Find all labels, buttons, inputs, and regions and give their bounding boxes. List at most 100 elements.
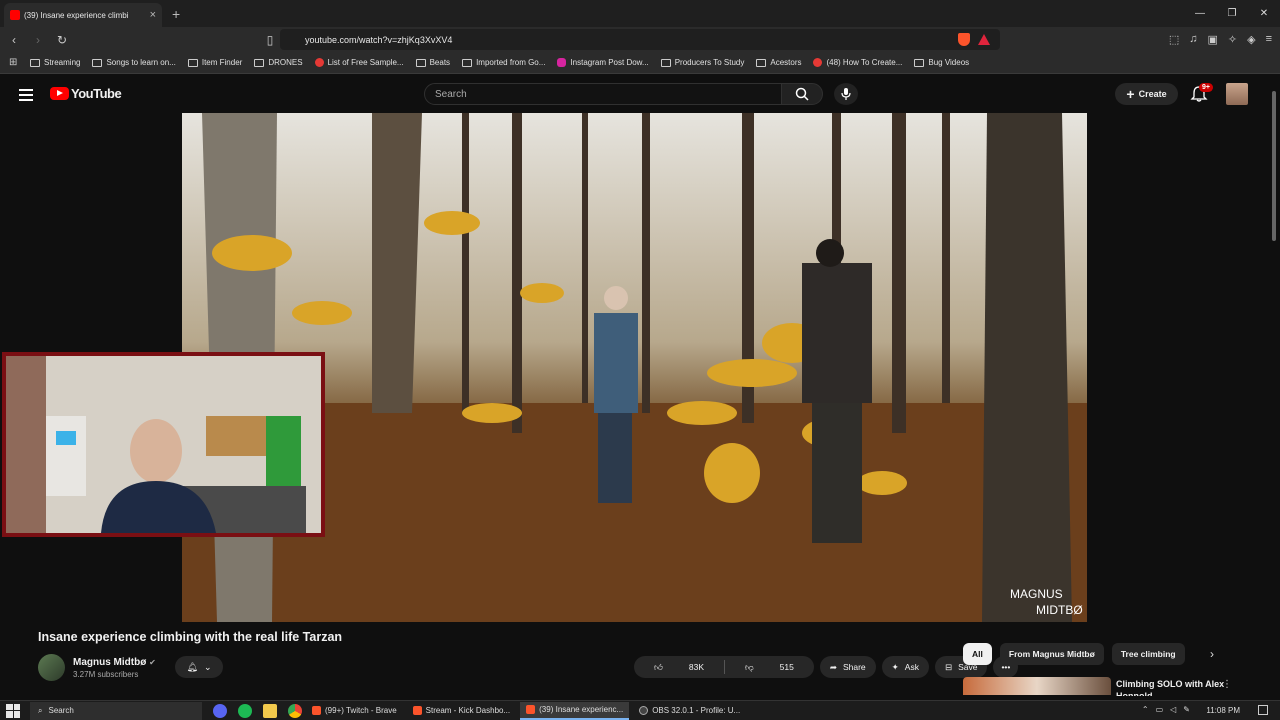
volume-icon[interactable]: ◁ (1170, 705, 1176, 714)
sparkle-icon: ✦ (891, 661, 899, 672)
browser-menu-icon[interactable]: ≡ (1266, 33, 1272, 46)
site-icon (314, 58, 324, 67)
vpn-icon[interactable]: ◈ (1247, 33, 1255, 46)
bookmark-acestors[interactable]: Acestors (756, 58, 801, 67)
bookmark-streaming[interactable]: Streaming (30, 58, 80, 67)
like-button[interactable]: 👍︎ 83K (634, 662, 724, 673)
extensions-icon[interactable]: ⬚ (1169, 33, 1179, 46)
taskbar-window-twitch[interactable]: (99+) Twitch - Brave (306, 702, 403, 720)
forward-icon[interactable]: › (28, 33, 48, 47)
tray-chevron-icon[interactable]: ⌃ (1142, 705, 1149, 714)
address-toolbar: ‹ › ↻ ▯ youtube.com/watch?v=zhjKq3XvXV4 … (0, 27, 1280, 52)
taskbar-search[interactable]: ⌕ Search (30, 701, 202, 720)
restore-icon[interactable]: ❐ (1216, 0, 1248, 27)
media-icon[interactable]: ♫ (1189, 33, 1197, 46)
chrome-icon[interactable] (288, 703, 302, 718)
tab-title: (39) Insane experience climbi (24, 10, 129, 20)
bookmark-imported[interactable]: Imported from Go... (462, 58, 545, 67)
bookmark-songs[interactable]: Songs to learn on... (92, 58, 176, 67)
taskbar-window-kick[interactable]: Stream - Kick Dashbo... (407, 702, 516, 720)
bookmark-page-icon[interactable]: ▯ (260, 33, 280, 47)
browser-tab-active[interactable]: (39) Insane experience climbi × (4, 3, 162, 27)
brave-icon (412, 706, 422, 715)
bookmark-label: List of Free Sample... (327, 58, 404, 67)
channel-avatar[interactable] (38, 654, 65, 681)
taskbar-window-youtube[interactable]: (39) Insane experienc... (520, 701, 630, 720)
pen-icon[interactable]: ✎ (1183, 705, 1190, 714)
chip-all[interactable]: All (963, 643, 992, 665)
taskbar-window-obs[interactable]: OBS 32.0.1 - Profile: U... (633, 702, 746, 720)
ask-button[interactable]: ✦ Ask (881, 656, 929, 678)
recommended-video-title[interactable]: Climbing SOLO with Alex Honnold (1116, 678, 1226, 696)
url-field[interactable]: youtube.com/watch?v=zhjKq3XvXV4 (280, 29, 1000, 50)
voice-search-button[interactable] (834, 83, 858, 105)
windows-taskbar: ⌕ Search (99+) Twitch - Brave Stream - K… (0, 700, 1280, 720)
more-vertical-icon[interactable]: ⋮ (1222, 679, 1232, 690)
bookmark-item-finder[interactable]: Item Finder (187, 58, 242, 67)
bookmark-producers[interactable]: Producers To Study (660, 58, 745, 67)
subscriber-count: 3.27M subscribers (73, 669, 139, 679)
file-explorer-icon[interactable] (263, 703, 277, 718)
close-window-icon[interactable]: ✕ (1248, 0, 1280, 27)
chip-from-channel[interactable]: From Magnus Midtbø (999, 643, 1104, 665)
folder-icon (462, 58, 473, 67)
bookmark-label: Instagram Post Dow... (570, 58, 649, 67)
browser-tab-bar: (39) Insane experience climbi × + — ❐ ✕ (0, 0, 1280, 27)
search-button[interactable] (781, 83, 823, 105)
share-button[interactable]: ➦ Share (819, 656, 876, 678)
watermark-line1: MAGNUS (1010, 587, 1063, 601)
bookmark-label: Producers To Study (674, 58, 745, 67)
leo-icon[interactable]: ✧ (1228, 33, 1237, 46)
microphone-icon (841, 88, 851, 100)
taskbar-window-label: Stream - Kick Dashbo... (425, 706, 511, 715)
subscription-bell-button[interactable]: 🔔︎ ⌄ (175, 656, 223, 678)
page-scrollbar[interactable] (1272, 91, 1276, 241)
windows-start-icon[interactable] (6, 703, 20, 718)
folder-icon (756, 58, 767, 67)
bookmark-label: Beats (429, 58, 451, 67)
network-icon[interactable]: ▭ (1156, 705, 1164, 714)
recommended-video-thumbnail[interactable] (963, 677, 1111, 695)
channel-name-text: Magnus Midtbø (73, 656, 147, 668)
bookmark-how-to-create[interactable]: (48) How To Create... (813, 58, 902, 67)
close-tab-icon[interactable]: × (150, 9, 156, 21)
chevron-right-icon[interactable]: › (1210, 647, 1214, 661)
brave-rewards-icon[interactable] (978, 34, 990, 45)
channel-name[interactable]: Magnus Midtbø ✔ (73, 657, 156, 668)
search-input[interactable]: Search (424, 83, 782, 105)
bookmark-drones[interactable]: DRONES (254, 58, 303, 67)
chevron-down-icon: ⌄ (203, 661, 212, 672)
like-count: 83K (688, 662, 705, 672)
bell-icon: 🔔︎ (186, 661, 198, 672)
bookmark-instagram[interactable]: Instagram Post Dow... (557, 58, 649, 67)
notification-center-icon[interactable] (1258, 705, 1268, 715)
account-avatar[interactable] (1226, 83, 1248, 105)
taskbar-clock[interactable]: 11:08 PM (1206, 706, 1240, 715)
discord-icon[interactable] (213, 703, 227, 718)
thumbs-down-icon: 👎︎ (745, 661, 754, 672)
dislike-button[interactable]: 👎︎ 515 (725, 662, 814, 673)
spotify-icon[interactable] (238, 703, 252, 718)
bookmark-bug-videos[interactable]: Bug Videos (914, 58, 969, 67)
brave-shield-icon[interactable] (958, 33, 970, 46)
search-icon (795, 87, 809, 101)
webcam-overlay (2, 352, 325, 537)
create-button[interactable]: + Create (1115, 83, 1178, 105)
folder-icon (254, 58, 265, 67)
share-label: Share (842, 662, 866, 672)
reload-icon[interactable]: ↻ (52, 33, 72, 47)
system-tray: ⌃ ▭ ◁ ✎ (1142, 705, 1190, 714)
bookmark-beats[interactable]: Beats (415, 58, 451, 67)
bookmark-label: Bug Videos (928, 58, 970, 67)
chip-tree-climbing[interactable]: Tree climbing (1111, 643, 1185, 665)
folder-icon (92, 58, 103, 67)
video-actions: 👍︎ 83K 👎︎ 515 ➦ Share ✦ Ask ⊟ Save ••• (634, 656, 1019, 678)
apps-grid-icon[interactable]: ⊞ (9, 57, 17, 68)
minimize-icon[interactable]: — (1184, 0, 1216, 27)
back-icon[interactable]: ‹ (4, 33, 24, 47)
new-tab-icon[interactable]: + (172, 6, 180, 22)
sidebar-icon[interactable]: ▣ (1207, 33, 1217, 46)
youtube-logo[interactable]: YouTube (50, 86, 122, 101)
bookmark-free-samples[interactable]: List of Free Sample... (314, 58, 404, 67)
hamburger-menu-icon[interactable] (19, 89, 33, 104)
